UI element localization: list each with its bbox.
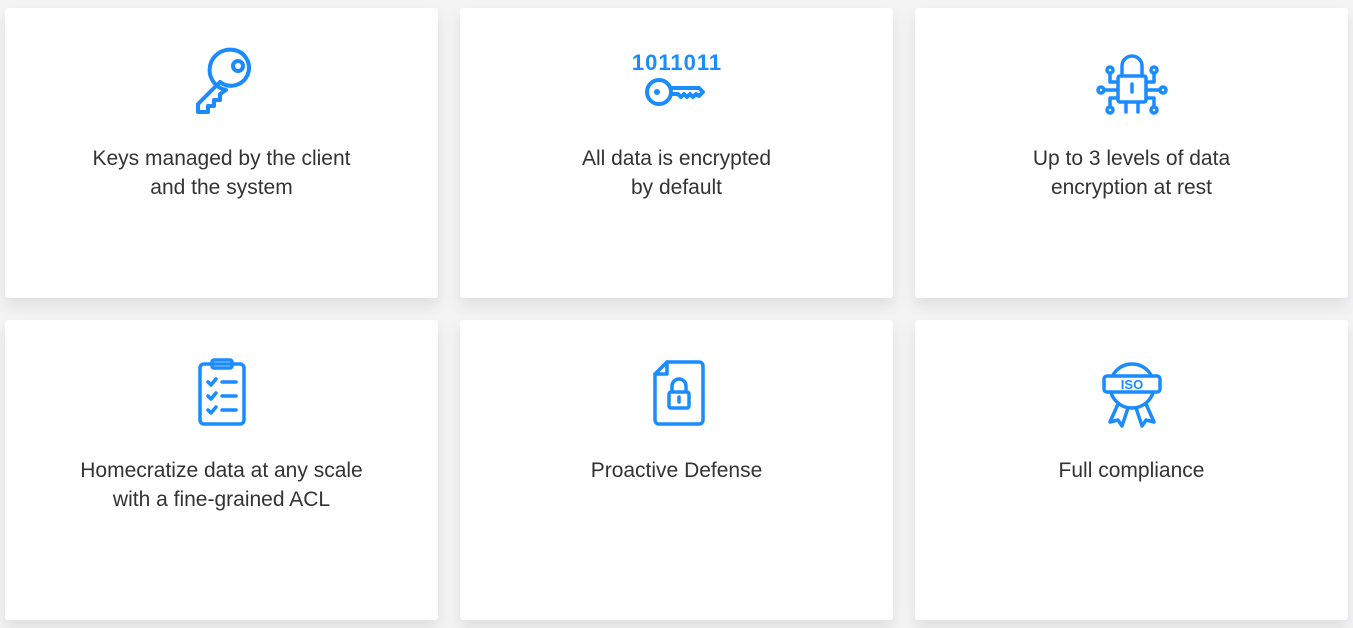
feature-caption: Full compliance bbox=[1039, 456, 1225, 485]
caption-line: Keys managed by the client bbox=[92, 147, 351, 170]
caption-line: Up to 3 levels of data bbox=[1032, 147, 1231, 170]
document-lock-icon bbox=[637, 352, 717, 432]
circuit-lock-icon bbox=[1092, 40, 1172, 120]
caption-line: with a fine-grained ACL bbox=[112, 488, 331, 511]
feature-caption: Keys managed by the client and the syste… bbox=[73, 144, 371, 202]
feature-caption: All data is encrypted by default bbox=[562, 144, 791, 202]
feature-card-encrypted-default: 1011011 All data is encrypted by default bbox=[460, 8, 893, 298]
feature-card-proactive-defense: Proactive Defense bbox=[460, 320, 893, 620]
caption-line: and the system bbox=[150, 176, 293, 199]
key-icon bbox=[182, 40, 262, 120]
iso-badge-icon: ISO bbox=[1092, 352, 1172, 432]
feature-caption: Up to 3 levels of data encryption at res… bbox=[1013, 144, 1250, 202]
caption-line: Proactive Defense bbox=[590, 459, 763, 482]
feature-caption: Proactive Defense bbox=[571, 456, 783, 485]
binary-key-icon: 1011011 bbox=[631, 40, 721, 120]
caption-line: Full compliance bbox=[1058, 459, 1205, 482]
feature-card-compliance: ISO Full compliance bbox=[915, 320, 1348, 620]
checklist-icon bbox=[182, 352, 262, 432]
feature-card-acl: Homecratize data at any scale with a fin… bbox=[5, 320, 438, 620]
caption-line: Homecratize data at any scale bbox=[80, 459, 363, 482]
caption-line: encryption at rest bbox=[1050, 176, 1213, 199]
features-grid: Keys managed by the client and the syste… bbox=[5, 8, 1348, 628]
caption-line: All data is encrypted bbox=[581, 147, 772, 170]
caption-line: by default bbox=[630, 176, 723, 199]
feature-card-encryption-levels: Up to 3 levels of data encryption at res… bbox=[915, 8, 1348, 298]
binary-text: 1011011 bbox=[631, 50, 721, 75]
feature-card-client-keys: Keys managed by the client and the syste… bbox=[5, 8, 438, 298]
feature-caption: Homecratize data at any scale with a fin… bbox=[60, 456, 382, 514]
badge-text: ISO bbox=[1120, 377, 1142, 392]
